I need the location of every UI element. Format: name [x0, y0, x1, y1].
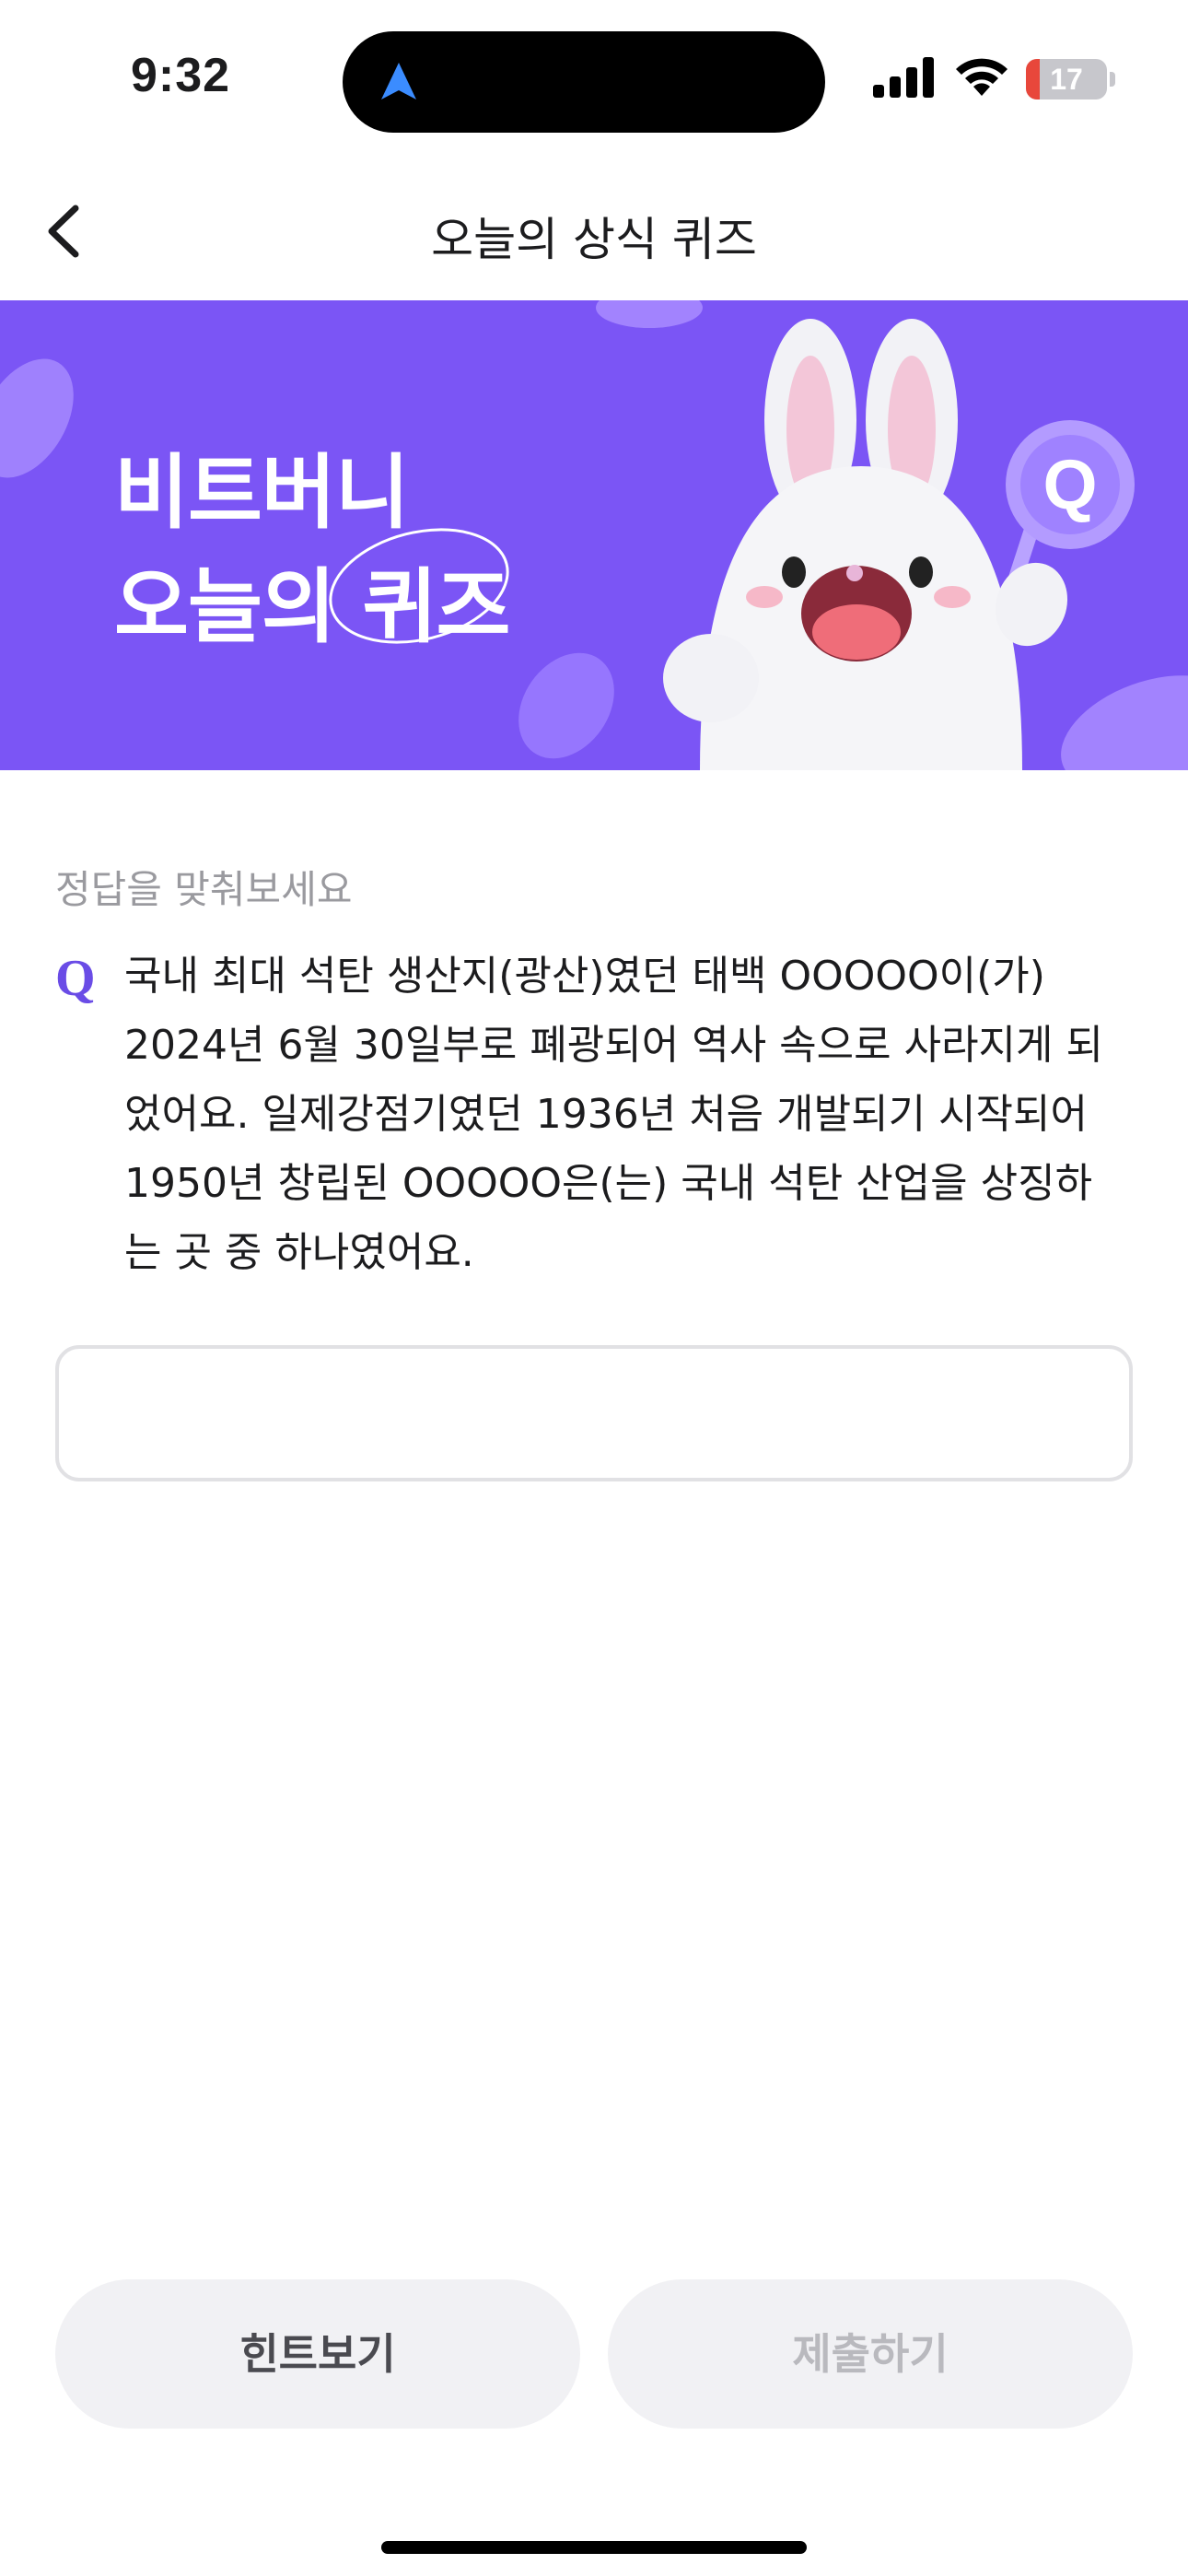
quiz-banner: Q 비트버니 오늘의 퀴즈	[0, 300, 1188, 770]
banner-badge-letter: Q	[1042, 446, 1097, 524]
cellular-signal-icon	[873, 57, 934, 98]
submit-button[interactable]: 제출하기	[608, 2279, 1133, 2429]
status-time: 9:32	[131, 49, 231, 102]
navigation-bar: 오늘의 상식 퀴즈	[0, 166, 1188, 295]
battery-cap	[1110, 72, 1115, 87]
location-arrow-icon	[381, 63, 416, 100]
banner-title-line2: 오늘의 퀴즈	[114, 559, 510, 654]
wifi-icon	[956, 58, 1007, 96]
hint-button[interactable]: 힌트보기	[55, 2279, 580, 2429]
question-marker: Q	[55, 950, 96, 1007]
banner-title-line1: 비트버니	[114, 445, 410, 540]
battery-level: 17	[1050, 63, 1083, 96]
dynamic-island	[343, 31, 825, 133]
question-text: 국내 최대 석탄 생산지(광산)였던 태백 OOOOO이(가) 2024년 6월…	[124, 953, 1103, 1276]
answer-input[interactable]	[55, 1345, 1133, 1481]
prompt-label: 정답을 맞춰보세요	[55, 867, 353, 912]
battery-icon: 17	[1026, 59, 1116, 100]
battery-body: 17	[1026, 59, 1107, 100]
quiz-screen: 9:32 17 오늘의 상식 퀴즈 Q 비트버니 오늘의 퀴즈 정답을 맞춰보세…	[0, 0, 1188, 2576]
home-indicator	[381, 2541, 807, 2554]
status-bar: 9:32 17	[0, 0, 1188, 147]
page-title: 오늘의 상식 퀴즈	[431, 213, 757, 266]
